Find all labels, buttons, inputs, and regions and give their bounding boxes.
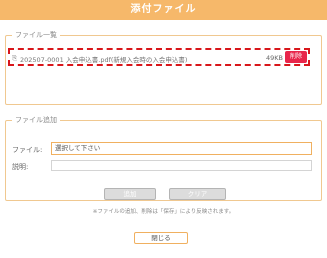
close-button[interactable]: 閉じる (134, 232, 188, 244)
file-add-legend: ファイル追加 (15, 116, 57, 124)
delete-button[interactable]: 削除 (285, 51, 307, 63)
clear-button[interactable]: クリア (169, 188, 226, 200)
description-input[interactable] (51, 160, 312, 171)
file-field-label: ファイル: (12, 146, 43, 154)
file-row[interactable]: ⎘ 202507-0001 入会申込書.pdf(新規入会時の入会申込書) 49K… (8, 48, 310, 66)
file-add-section: ファイル追加 ファイル: 選択して下さい 説明: 追加 クリア (5, 115, 322, 201)
save-note: ※ファイルの追加、削除は「保存」により反映されます。 (92, 209, 235, 215)
paperclip-icon: ⎘ (12, 54, 18, 62)
add-button[interactable]: 追加 (104, 188, 156, 200)
description-field-label: 説明: (12, 163, 29, 171)
window-title: 添付ファイル (0, 0, 327, 20)
file-list-legend: ファイル一覧 (15, 31, 57, 39)
file-list-section: ファイル一覧 ⎘ 202507-0001 入会申込書.pdf(新規入会時の入会申… (5, 30, 322, 105)
file-size: 49KB (266, 54, 283, 62)
file-select-input[interactable]: 選択して下さい (51, 142, 312, 155)
file-name-link[interactable]: 202507-0001 入会申込書.pdf(新規入会時の入会申込書) (20, 54, 187, 64)
